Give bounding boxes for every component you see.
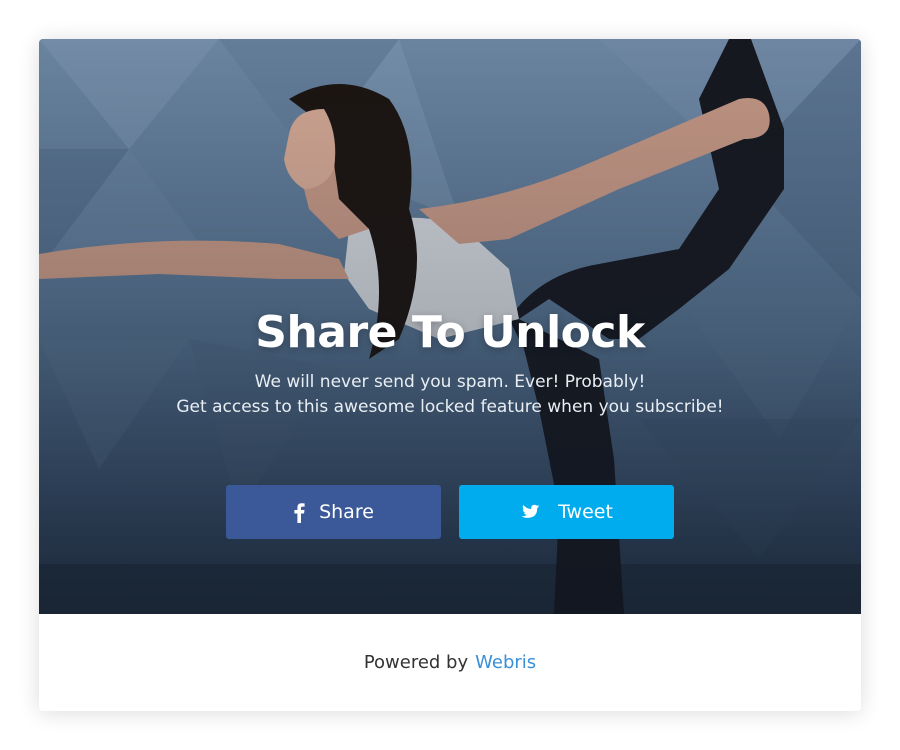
powered-by-text: Powered by — [363, 652, 469, 673]
tweet-button[interactable]: Tweet — [459, 485, 674, 539]
facebook-icon — [293, 502, 305, 523]
share-to-unlock-card: Share To Unlock We will never send you s… — [39, 39, 861, 711]
twitter-icon — [520, 502, 544, 522]
share-button[interactable]: Share — [226, 485, 441, 539]
subtitle-line-1: We will never send you spam. Ever! Proba… — [254, 372, 646, 392]
hero-image: Share To Unlock We will never send you s… — [39, 39, 861, 614]
share-button-label: Share — [319, 501, 374, 523]
subtitle-line-2: Get access to this awesome locked featur… — [176, 397, 724, 417]
footer: Powered by Webris — [39, 614, 861, 711]
page-title: Share To Unlock — [255, 307, 645, 358]
tweet-button-label: Tweet — [558, 501, 613, 523]
webris-link[interactable]: Webris — [475, 652, 536, 673]
